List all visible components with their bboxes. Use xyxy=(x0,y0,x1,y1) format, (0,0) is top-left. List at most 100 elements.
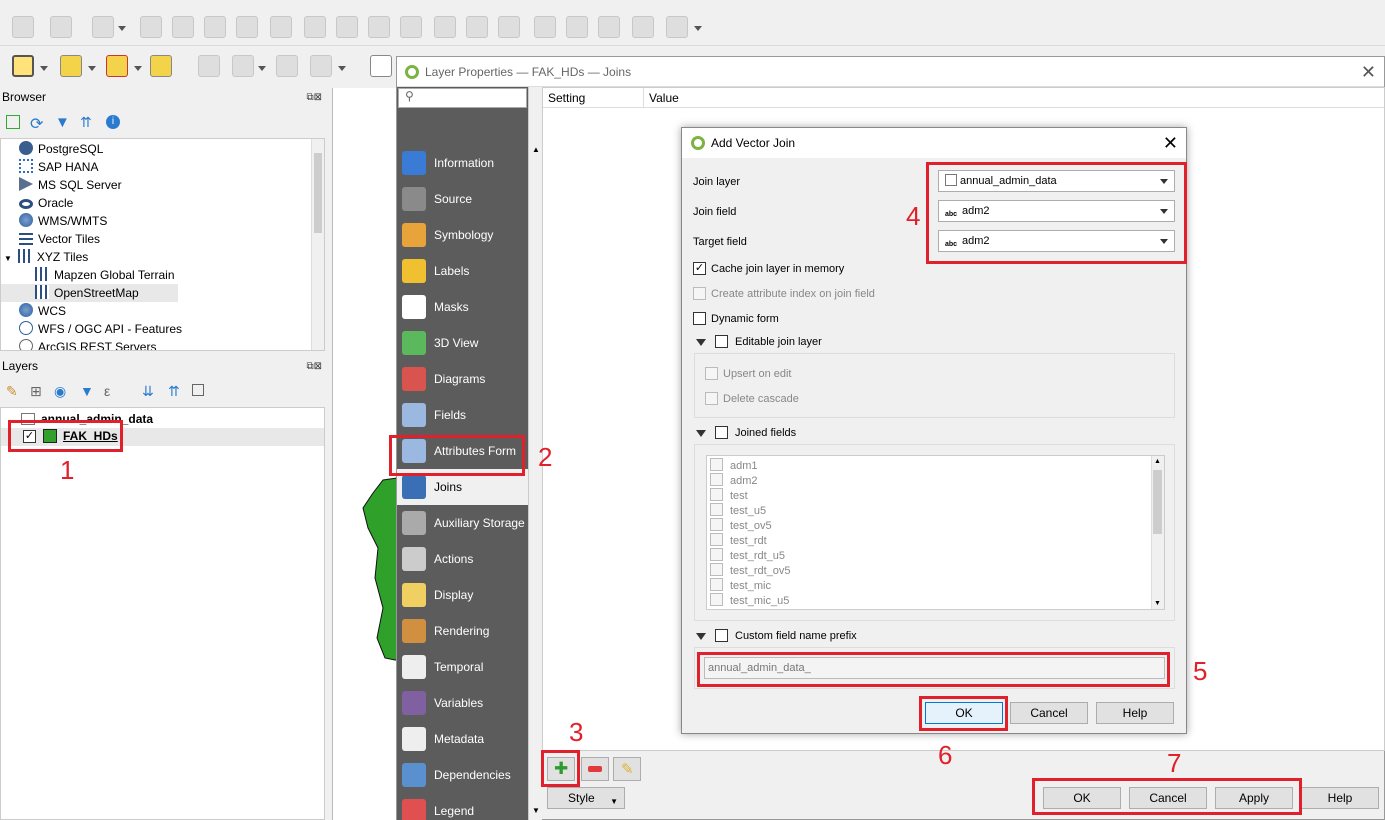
list-item[interactable]: test_rdt xyxy=(710,533,767,548)
attribute-table-icon[interactable] xyxy=(232,55,254,77)
scroll-down-icon[interactable]: ▼ xyxy=(1154,600,1161,607)
deselect-icon[interactable] xyxy=(106,55,128,77)
field-checkbox[interactable] xyxy=(710,533,723,546)
merge-attributes-icon[interactable] xyxy=(434,16,456,38)
undo-icon[interactable] xyxy=(632,16,654,38)
field-checkbox[interactable] xyxy=(710,473,723,486)
simplify-icon[interactable] xyxy=(498,16,520,38)
sidebar-item-information[interactable]: Information xyxy=(397,145,528,181)
visibility-icon[interactable]: ◉ xyxy=(54,383,66,400)
scroll-up-icon[interactable]: ▲ xyxy=(1154,458,1161,465)
close-icon[interactable]: ✕ xyxy=(1163,128,1178,158)
copy-icon[interactable] xyxy=(566,16,588,38)
split-parts-icon[interactable] xyxy=(368,16,390,38)
field-checkbox[interactable] xyxy=(710,563,723,576)
browser-item-oracle[interactable]: Oracle xyxy=(19,194,73,212)
offset-curve-icon[interactable] xyxy=(304,16,326,38)
split-features-icon[interactable] xyxy=(336,16,358,38)
browser-item-vector-tiles[interactable]: Vector Tiles xyxy=(19,230,100,248)
digitize-icon[interactable] xyxy=(12,16,34,38)
list-item[interactable]: test_mic_u5 xyxy=(710,593,789,608)
processing-toolbox-icon[interactable] xyxy=(276,55,298,77)
collapse-arrow-icon[interactable] xyxy=(696,633,706,640)
delete-part-icon[interactable] xyxy=(236,16,258,38)
browser-item-openstreetmap[interactable]: OpenStreetMap xyxy=(1,284,178,302)
browser-item-wms[interactable]: WMS/WMTS xyxy=(19,212,107,230)
dynamic-form-checkbox[interactable] xyxy=(693,312,706,325)
rotate-point-icon[interactable] xyxy=(466,16,488,38)
fill-ring-icon[interactable] xyxy=(172,16,194,38)
map-canvas[interactable] xyxy=(332,88,397,820)
collapse-arrow-icon[interactable] xyxy=(696,339,706,346)
list-item[interactable]: adm2 xyxy=(710,473,758,488)
upsert-checkbox[interactable] xyxy=(705,367,718,380)
collapse-all-icon[interactable]: ⇈ xyxy=(168,383,180,400)
sidebar-item-diagrams[interactable]: Diagrams xyxy=(397,361,528,397)
field-checkbox[interactable] xyxy=(710,548,723,561)
add-part-icon[interactable] xyxy=(140,16,162,38)
column-header-setting[interactable]: Setting xyxy=(543,88,644,108)
select-by-location-icon[interactable] xyxy=(150,55,172,77)
select-features-icon[interactable] xyxy=(12,55,34,77)
scroll-down-icon[interactable]: ▼ xyxy=(532,806,540,815)
field-checkbox[interactable] xyxy=(710,488,723,501)
sidebar-item-variables[interactable]: Variables xyxy=(397,685,528,721)
list-item[interactable]: test_mic xyxy=(710,578,771,593)
field-checkbox[interactable] xyxy=(710,518,723,531)
statistics-icon[interactable] xyxy=(310,55,332,77)
paste-icon[interactable] xyxy=(598,16,620,38)
collapse-arrow-icon[interactable] xyxy=(696,430,706,437)
sidebar-item-labels[interactable]: Labels xyxy=(397,253,528,289)
sidebar-item-masks[interactable]: Masks xyxy=(397,289,528,325)
field-list-scrollbar[interactable]: ▲ ▼ xyxy=(1151,456,1164,609)
merge-features-icon[interactable] xyxy=(400,16,422,38)
filter-icon[interactable]: ▼ xyxy=(55,114,70,131)
column-header-value[interactable]: Value xyxy=(644,88,1384,108)
sidebar-item-source[interactable]: Source xyxy=(397,181,528,217)
list-item[interactable]: test xyxy=(710,488,748,503)
list-item[interactable]: test_rdt_ov5 xyxy=(710,563,791,578)
filter-legend-icon[interactable]: ▼ xyxy=(80,383,94,399)
browser-item-xyz-tiles[interactable]: ▼ XYZ Tiles xyxy=(4,248,88,266)
browser-item-postgresql[interactable]: PostgreSQL xyxy=(19,140,103,158)
filter-expression-icon[interactable]: ε xyxy=(104,383,110,399)
list-item[interactable]: test_u5 xyxy=(710,503,766,518)
field-calculator-icon[interactable] xyxy=(198,55,220,77)
refresh-icon[interactable]: ⟳ xyxy=(30,114,43,134)
list-item[interactable]: test_rdt_u5 xyxy=(710,548,785,563)
edit-join-button[interactable]: ✎ xyxy=(613,757,641,781)
delete-ring-icon[interactable] xyxy=(204,16,226,38)
cut-icon[interactable] xyxy=(534,16,556,38)
expand-arrow-icon[interactable]: ▼ xyxy=(4,254,12,263)
field-checkbox[interactable] xyxy=(710,458,723,471)
browser-item-mapzen[interactable]: Mapzen Global Terrain xyxy=(35,266,175,284)
help-button[interactable]: Help xyxy=(1301,787,1379,809)
sidebar-item-3d-view[interactable]: 3D View xyxy=(397,325,528,361)
add-selected-icon[interactable] xyxy=(6,115,20,129)
sidebar-item-temporal[interactable]: Temporal xyxy=(397,649,528,685)
panel-float-close-icon[interactable]: ⧉⊠ xyxy=(306,361,322,372)
style-manager-icon[interactable]: ✎ xyxy=(6,383,18,400)
remove-layer-icon[interactable] xyxy=(192,384,204,396)
sidebar-item-dependencies[interactable]: Dependencies xyxy=(397,757,528,793)
list-item[interactable]: test_ov5 xyxy=(710,518,772,533)
field-checkbox[interactable] xyxy=(710,593,723,606)
browser-item-arcgis[interactable]: ArcGIS REST Servers xyxy=(19,338,156,350)
expand-all-icon[interactable]: ⇊ xyxy=(142,383,154,400)
sidebar-item-metadata[interactable]: Metadata xyxy=(397,721,528,757)
remove-join-button[interactable] xyxy=(581,757,609,781)
field-checkbox[interactable] xyxy=(710,578,723,591)
label-tool-icon[interactable] xyxy=(370,55,392,77)
browser-item-wfs[interactable]: WFS / OGC API - Features xyxy=(19,320,182,338)
panel-float-close-icon[interactable]: ⧉⊠ xyxy=(306,92,322,103)
sidebar-item-fields[interactable]: Fields xyxy=(397,397,528,433)
browser-item-sap-hana[interactable]: SAP HANA xyxy=(19,158,98,176)
sidebar-search-input[interactable]: ⚲ xyxy=(398,88,527,108)
redo-icon[interactable] xyxy=(666,16,688,38)
collapse-all-icon[interactable]: ⇈ xyxy=(80,114,92,131)
select-by-value-icon[interactable] xyxy=(60,55,82,77)
field-checkbox[interactable] xyxy=(710,503,723,516)
close-icon[interactable]: ✕ xyxy=(1361,57,1376,87)
editable-join-checkbox[interactable] xyxy=(715,335,728,348)
sidebar-item-auxiliary-storage[interactable]: Auxiliary Storage xyxy=(397,505,528,541)
